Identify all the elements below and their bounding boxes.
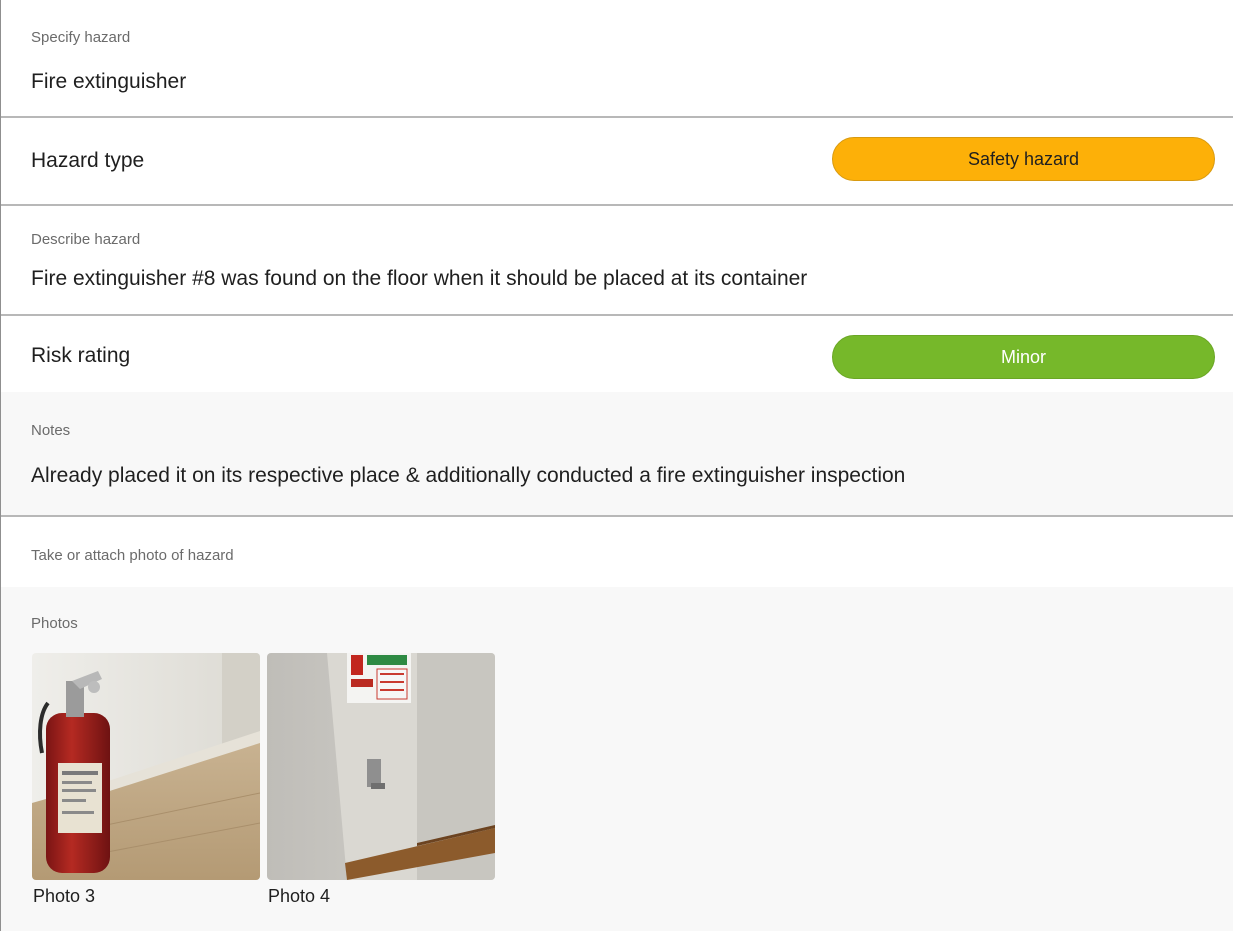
photo-card[interactable]: Photo 4	[267, 653, 495, 907]
specify-hazard-section[interactable]: Specify hazard Fire extinguisher	[1, 0, 1233, 116]
hazard-form: Specify hazard Fire extinguisher Hazard …	[0, 0, 1233, 931]
notes-value: Already placed it on its respective plac…	[31, 464, 906, 487]
photo-caption: Photo 3	[33, 886, 96, 906]
notes-label: Notes	[31, 422, 71, 439]
specify-hazard-label: Specify hazard	[31, 29, 131, 46]
photo-caption: Photo 4	[268, 886, 331, 906]
notes-section[interactable]: Notes Already placed it on its respectiv…	[1, 392, 1233, 515]
describe-hazard-label: Describe hazard	[31, 231, 141, 248]
risk-rating-label: Risk rating	[31, 344, 131, 367]
hazard-type-badge[interactable]: Safety hazard	[832, 137, 1215, 181]
fire-extinguisher-photo[interactable]	[32, 653, 260, 880]
photos-label: Photos	[31, 615, 78, 632]
describe-hazard-section[interactable]: Describe hazard Fire extinguisher #8 was…	[1, 204, 1233, 314]
risk-rating-badge[interactable]: Minor	[832, 335, 1215, 379]
photo-card[interactable]: Photo 3	[32, 653, 260, 907]
attach-photo-label: Take or attach photo of hazard	[31, 547, 234, 564]
specify-hazard-value: Fire extinguisher	[31, 70, 187, 93]
describe-hazard-value: Fire extinguisher #8 was found on the fl…	[31, 267, 808, 290]
wall-mount-photo[interactable]	[267, 653, 495, 880]
hazard-type-label: Hazard type	[31, 149, 145, 172]
risk-rating-section: Risk rating Minor	[1, 314, 1233, 392]
photo-gallery: Photo 3 Photo 4	[32, 653, 495, 907]
hazard-type-section: Hazard type Safety hazard	[1, 116, 1233, 204]
